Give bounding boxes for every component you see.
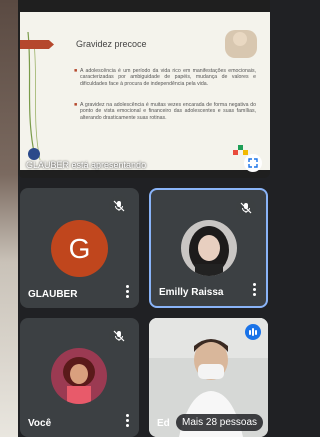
slide-title: Gravidez precoce (76, 39, 147, 49)
slide-bullet-1-text: A adolescência é um período da vida rico… (80, 68, 256, 87)
expand-icon[interactable] (244, 154, 262, 172)
avatar: G (51, 220, 108, 277)
participant-name: GLAUBER (28, 289, 78, 300)
slide-bullet-1: ■ A adolescência é um período da vida ric… (74, 68, 256, 87)
more-vert-icon[interactable] (253, 283, 256, 296)
participant-name: Ed (157, 418, 170, 429)
more-people-chip[interactable]: Mais 28 pessoas (176, 414, 264, 431)
more-vert-icon[interactable] (126, 285, 129, 298)
avatar (181, 220, 237, 276)
avatar (51, 348, 107, 404)
mic-off-icon (109, 326, 129, 346)
slide-accent-bar (20, 40, 54, 49)
participant-tile-emilly[interactable]: Emilly Raissa (149, 188, 268, 308)
background-left (0, 0, 18, 437)
slide-decoration (27, 30, 257, 161)
participant-tile-self[interactable]: Você (20, 318, 139, 437)
participant-name: Emilly Raissa (159, 287, 224, 298)
more-vert-icon[interactable] (126, 414, 129, 427)
mic-off-icon (236, 198, 256, 218)
presentation-tile[interactable]: Gravidez precoce ■ A adolescência é um pe… (18, 0, 270, 178)
participant-name: Você (28, 418, 52, 429)
slide-bullet-2: ■ A gravidez na adolescência é muitas vez… (74, 102, 256, 121)
participant-tile-glauber[interactable]: G GLAUBER (20, 188, 139, 308)
mic-off-icon (109, 196, 129, 216)
presenter-label: GLAUBER está apresentando (26, 160, 147, 170)
slide: Gravidez precoce ■ A adolescência é um pe… (20, 12, 270, 170)
speaking-icon (245, 324, 261, 340)
slide-bullet-2-text: A gravidez na adolescência é muitas veze… (80, 102, 256, 121)
